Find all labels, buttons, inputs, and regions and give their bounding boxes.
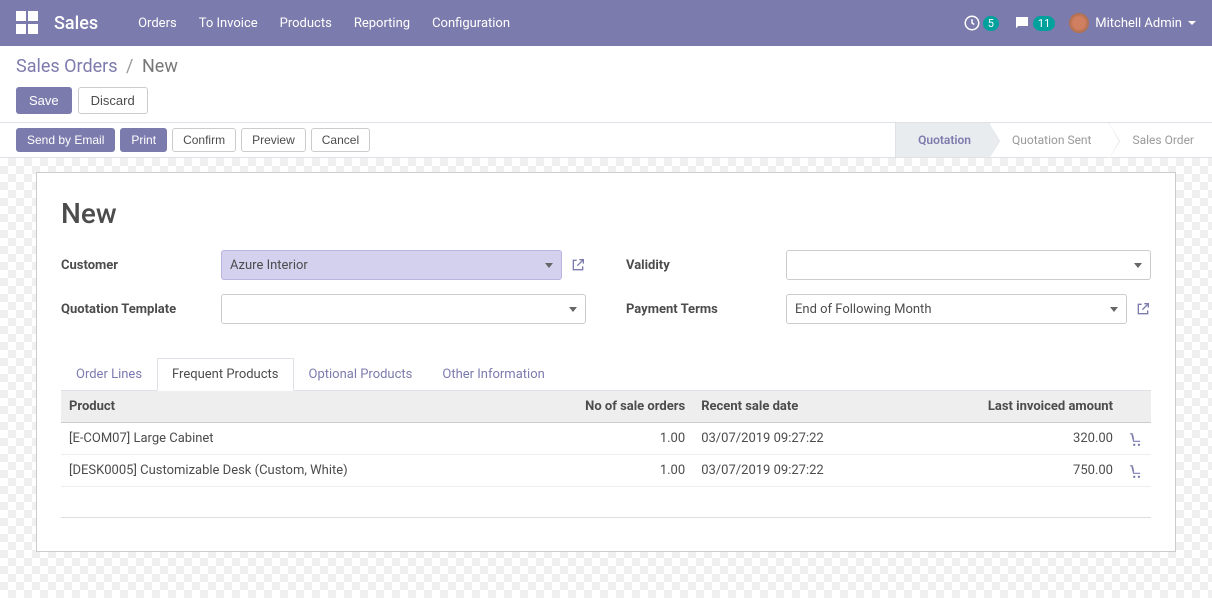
action-bar: Send by Email Print Confirm Preview Canc… xyxy=(0,122,1212,158)
cart-icon xyxy=(1129,432,1143,446)
apps-icon[interactable] xyxy=(16,11,40,35)
col-product: Product xyxy=(61,391,541,423)
cell-orders: 1.00 xyxy=(541,423,694,455)
status-quotation-sent[interactable]: Quotation Sent xyxy=(989,123,1110,157)
breadcrumb-root[interactable]: Sales Orders xyxy=(16,56,118,77)
cancel-button[interactable]: Cancel xyxy=(311,128,370,152)
avatar xyxy=(1069,13,1089,33)
cell-orders: 1.00 xyxy=(541,455,694,487)
nav-menu: Orders To Invoice Products Reporting Con… xyxy=(138,16,510,31)
template-select[interactable] xyxy=(221,294,586,324)
payment-select[interactable]: End of Following Month xyxy=(786,294,1127,324)
nav-item-to-invoice[interactable]: To Invoice xyxy=(199,16,258,31)
messages-button[interactable]: 11 xyxy=(1013,14,1055,32)
status-bar: Quotation Quotation Sent Sales Order xyxy=(895,123,1212,157)
tab-frequent-products[interactable]: Frequent Products xyxy=(157,358,293,391)
cell-date: 03/07/2019 09:27:22 xyxy=(693,423,889,455)
table-row[interactable]: [E-COM07] Large Cabinet 1.00 03/07/2019 … xyxy=(61,423,1151,455)
user-menu[interactable]: Mitchell Admin xyxy=(1069,13,1196,33)
chevron-down-icon xyxy=(1110,307,1118,312)
activities-button[interactable]: 5 xyxy=(963,14,999,32)
external-link-icon xyxy=(570,257,586,273)
preview-button[interactable]: Preview xyxy=(241,128,306,152)
chevron-down-icon xyxy=(569,307,577,312)
status-sales-order[interactable]: Sales Order xyxy=(1109,123,1212,157)
save-button[interactable]: Save xyxy=(16,87,72,114)
breadcrumb-current: New xyxy=(142,56,178,77)
payment-value: End of Following Month xyxy=(795,302,931,317)
customer-external-link[interactable] xyxy=(570,257,586,273)
breadcrumb-bar: Sales Orders / New Save Discard xyxy=(0,46,1212,122)
table-row[interactable]: [DESK0005] Customizable Desk (Custom, Wh… xyxy=(61,455,1151,487)
validity-select[interactable] xyxy=(786,250,1151,280)
tab-other-information[interactable]: Other Information xyxy=(427,358,559,391)
template-label: Quotation Template xyxy=(61,302,221,317)
customer-value: Azure Interior xyxy=(230,258,308,273)
col-date: Recent sale date xyxy=(693,391,889,423)
sheet-footer-divider xyxy=(61,517,1151,527)
discard-button[interactable]: Discard xyxy=(78,87,148,114)
nav-item-orders[interactable]: Orders xyxy=(138,16,177,31)
top-navbar: Sales Orders To Invoice Products Reporti… xyxy=(0,0,1212,46)
activities-badge: 5 xyxy=(983,16,999,31)
print-button[interactable]: Print xyxy=(120,128,167,152)
chevron-down-icon xyxy=(1188,21,1196,25)
add-to-cart-button[interactable] xyxy=(1121,455,1151,487)
status-quotation[interactable]: Quotation xyxy=(895,123,989,157)
nav-item-configuration[interactable]: Configuration xyxy=(432,16,510,31)
tab-optional-products[interactable]: Optional Products xyxy=(294,358,428,391)
chevron-down-icon xyxy=(1134,263,1142,268)
messages-badge: 11 xyxy=(1033,16,1055,31)
external-link-icon xyxy=(1135,301,1151,317)
nav-item-products[interactable]: Products xyxy=(280,16,332,31)
clock-icon xyxy=(963,14,981,32)
send-email-button[interactable]: Send by Email xyxy=(16,128,115,152)
col-action xyxy=(1121,391,1151,423)
tab-order-lines[interactable]: Order Lines xyxy=(61,358,157,391)
customer-label: Customer xyxy=(61,258,221,273)
breadcrumb: Sales Orders / New xyxy=(16,56,1196,77)
cell-date: 03/07/2019 09:27:22 xyxy=(693,455,889,487)
app-brand[interactable]: Sales xyxy=(54,13,98,34)
col-amount: Last invoiced amount xyxy=(889,391,1121,423)
tabs: Order Lines Frequent Products Optional P… xyxy=(61,358,1151,391)
add-to-cart-button[interactable] xyxy=(1121,423,1151,455)
cell-product: [E-COM07] Large Cabinet xyxy=(61,423,541,455)
cell-product: [DESK0005] Customizable Desk (Custom, Wh… xyxy=(61,455,541,487)
col-orders: No of sale orders xyxy=(541,391,694,423)
payment-label: Payment Terms xyxy=(626,302,786,317)
frequent-products-table: Product No of sale orders Recent sale da… xyxy=(61,391,1151,487)
confirm-button[interactable]: Confirm xyxy=(172,128,236,152)
cart-icon xyxy=(1129,464,1143,478)
customer-select[interactable]: Azure Interior xyxy=(221,250,562,280)
cell-amount: 750.00 xyxy=(889,455,1121,487)
page-title: New xyxy=(61,197,1151,230)
breadcrumb-sep: / xyxy=(126,56,133,77)
cell-amount: 320.00 xyxy=(889,423,1121,455)
user-name: Mitchell Admin xyxy=(1095,16,1182,31)
form-sheet: New Customer Azure Interior xyxy=(36,172,1176,552)
payment-external-link[interactable] xyxy=(1135,301,1151,317)
chat-icon xyxy=(1013,14,1031,32)
form-canvas: New Customer Azure Interior xyxy=(0,158,1212,598)
validity-label: Validity xyxy=(626,258,786,273)
chevron-down-icon xyxy=(545,263,553,268)
nav-item-reporting[interactable]: Reporting xyxy=(354,16,410,31)
